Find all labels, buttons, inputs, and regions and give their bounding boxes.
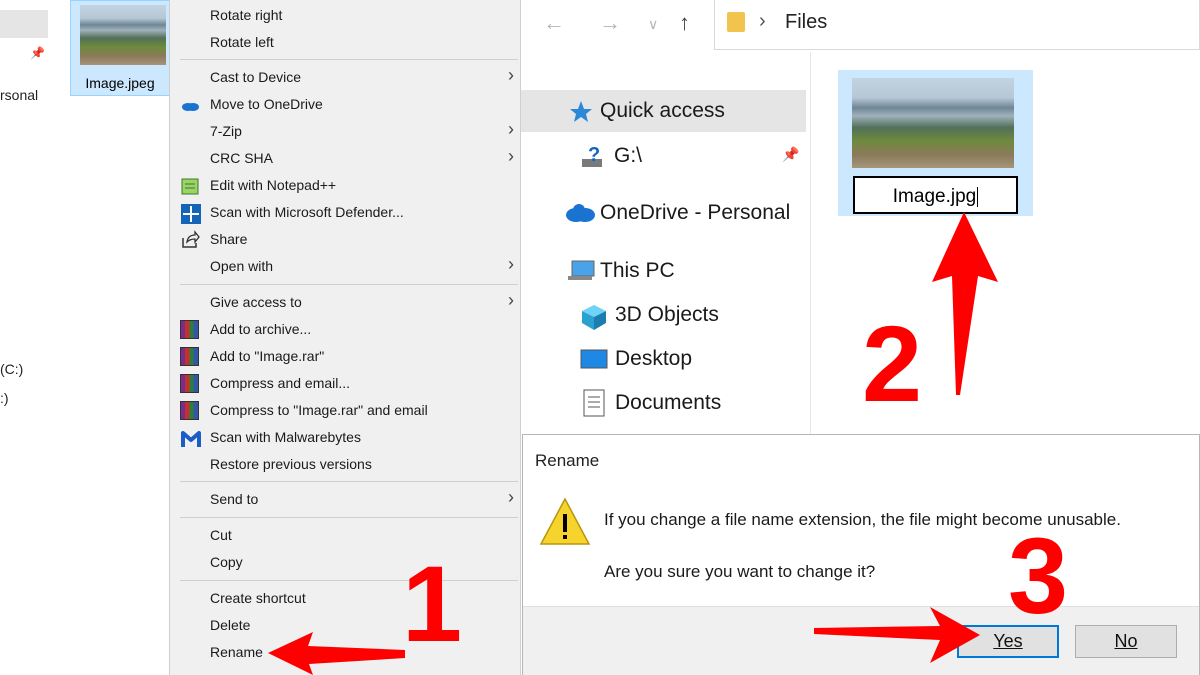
arrow-to-rename-box: [932, 212, 998, 395]
arrow-to-yes-button: [814, 607, 980, 663]
annotation-arrows: [268, 212, 998, 675]
arrow-to-rename: [268, 632, 405, 675]
